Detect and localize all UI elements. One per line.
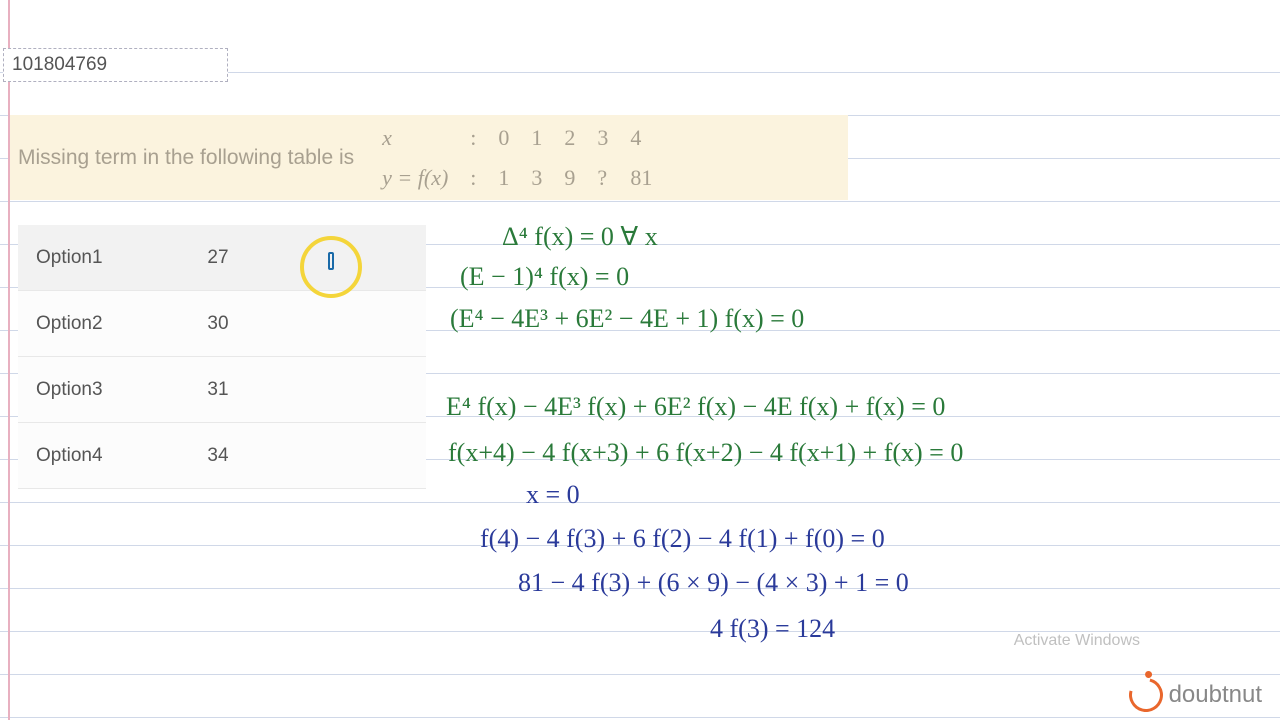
question-table: x : 0 1 2 3 4 y = f(x) : 1 3 9 ? 81 [370,117,664,198]
option-label: Option3 [18,379,168,401]
option-value: 27 [168,247,268,269]
hand-line-9: 4 f(3) = 124 [710,614,835,644]
hand-line-5: f(x+4) − 4 f(x+3) + 6 f(x+2) − 4 f(x+1) … [448,438,963,468]
option-row[interactable]: Option1 27 [18,225,426,291]
row1-label: x [382,125,392,150]
option-value: 31 [168,379,268,401]
option-label: Option4 [18,445,168,467]
doubtnut-logo-icon [1122,672,1168,718]
option-value: 30 [168,313,268,335]
hand-line-4: E⁴ f(x) − 4E³ f(x) + 6E² f(x) − 4E f(x) … [446,392,945,422]
doubtnut-logo[interactable]: doubtnut [1129,678,1262,712]
text-cursor-icon [328,252,334,270]
option-label: Option1 [18,247,168,269]
hand-line-8: 81 − 4 f(3) + (6 × 9) − (4 × 3) + 1 = 0 [518,568,909,598]
question-id-box: 101804769 [3,48,228,82]
hand-line-1: Δ⁴ f(x) = 0 ∀ x [502,222,658,252]
hand-line-6: x = 0 [526,480,580,510]
option-label: Option2 [18,313,168,335]
question-text: Missing term in the following table is [18,146,354,170]
windows-activation-watermark: Activate Windows [1014,632,1140,650]
option-row[interactable]: Option4 34 [18,423,426,489]
hand-line-7: f(4) − 4 f(3) + 6 f(2) − 4 f(1) + f(0) =… [480,524,885,554]
option-row[interactable]: Option2 30 [18,291,426,357]
row2-label: y = f(x) [382,165,448,190]
option-value: 34 [168,445,268,467]
question-id: 101804769 [12,54,107,75]
question-box: Missing term in the following table is x… [10,115,848,200]
doubtnut-logo-text: doubtnut [1169,681,1262,709]
hand-line-2: (E − 1)⁴ f(x) = 0 [460,262,629,292]
hand-line-3: (E⁴ − 4E³ + 6E² − 4E + 1) f(x) = 0 [450,304,804,334]
options-list: Option1 27 Option2 30 Option3 31 Option4… [18,225,426,489]
option-row[interactable]: Option3 31 [18,357,426,423]
